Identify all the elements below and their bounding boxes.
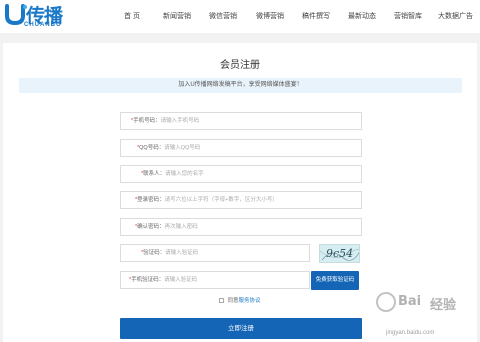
nav-item-news-marketing[interactable]: 新闻营销 — [163, 11, 191, 21]
notice-banner: 加入U传播网络发稿平台，享受网络媒体盛宴！ — [19, 78, 462, 93]
field-placeholder: 请输入您的名字 — [165, 171, 204, 177]
nav-item-wechat-marketing[interactable]: 微信营销 — [209, 11, 237, 21]
watermark-paw-icon — [376, 292, 396, 312]
field-placeholder: 请输入QQ号码 — [164, 145, 201, 151]
field-placeholder: 请输入验证码 — [164, 277, 198, 283]
site-header: 传播 CHUANBO 首 页 新闻营销 微信营销 微博营销 稿件撰写 最新动态 … — [0, 0, 480, 33]
field-placeholder: 请输入验证码 — [165, 250, 199, 256]
field-label: 验证码： — [143, 250, 166, 256]
field-placeholder: 请输入手机号码 — [160, 118, 200, 124]
baidu-watermark: Bai 经验 jingyan.baidu.com — [376, 290, 480, 340]
nav-item-latest-news[interactable]: 最新动态 — [348, 11, 376, 21]
service-agreement-link[interactable]: 服务协议 — [239, 298, 261, 304]
phone-field[interactable]: *手机号码：请输入手机号码 — [120, 112, 362, 130]
password-field[interactable]: *登录密码：请写六位以上字符（字母+数字，区分大小写） — [120, 191, 362, 209]
register-button[interactable]: 立即注册 — [120, 318, 362, 339]
nav-item-weibo-marketing[interactable]: 微博营销 — [256, 11, 284, 21]
agree-checkbox[interactable] — [219, 298, 225, 303]
nav-item-big-data-ads[interactable]: 大数据广告 — [438, 11, 473, 21]
captcha-text: 9c54 — [326, 247, 354, 260]
qq-field[interactable]: *QQ号码：请输入QQ号码 — [120, 139, 362, 157]
watermark-text: Bai — [398, 294, 422, 309]
field-label: 登录密码： — [137, 197, 165, 203]
captcha-field[interactable]: *验证码：请输入验证码 — [120, 244, 310, 262]
field-label: QQ号码： — [139, 145, 165, 151]
confirm-password-field[interactable]: *确认密码：再次输入密码 — [120, 218, 362, 236]
field-label: 手机验证码： — [131, 277, 165, 283]
field-placeholder: 请写六位以上字符（字母+数字，区分大小写） — [164, 197, 278, 203]
nav-item-article-writing[interactable]: 稿件撰写 — [302, 11, 330, 21]
agree-text: 同意 — [227, 298, 239, 304]
page-title: 会员注册 — [220, 60, 260, 71]
watermark-subtext: 经验 — [430, 297, 457, 312]
watermark-url: jingyan.baidu.com — [386, 330, 435, 336]
field-label: 手机号码： — [133, 118, 161, 124]
nav-item-home[interactable]: 首 页 — [124, 11, 140, 21]
get-sms-code-button[interactable]: 免费获取验证码 — [311, 271, 359, 290]
captcha-image[interactable]: 9c54 — [319, 244, 360, 263]
contact-name-field[interactable]: *联系人：请输入您的名字 — [120, 165, 362, 183]
sms-code-field[interactable]: *手机验证码：请输入验证码 — [120, 271, 310, 289]
nav-item-think-tank[interactable]: 营销智库 — [394, 11, 422, 21]
field-placeholder: 再次输入密码 — [164, 224, 198, 230]
main-nav: 首 页 新闻营销 微信营销 微博营销 稿件撰写 最新动态 营销智库 大数据广告 — [0, 0, 480, 33]
field-label: 确认密码： — [137, 224, 165, 230]
field-label: 联系人： — [143, 171, 166, 177]
